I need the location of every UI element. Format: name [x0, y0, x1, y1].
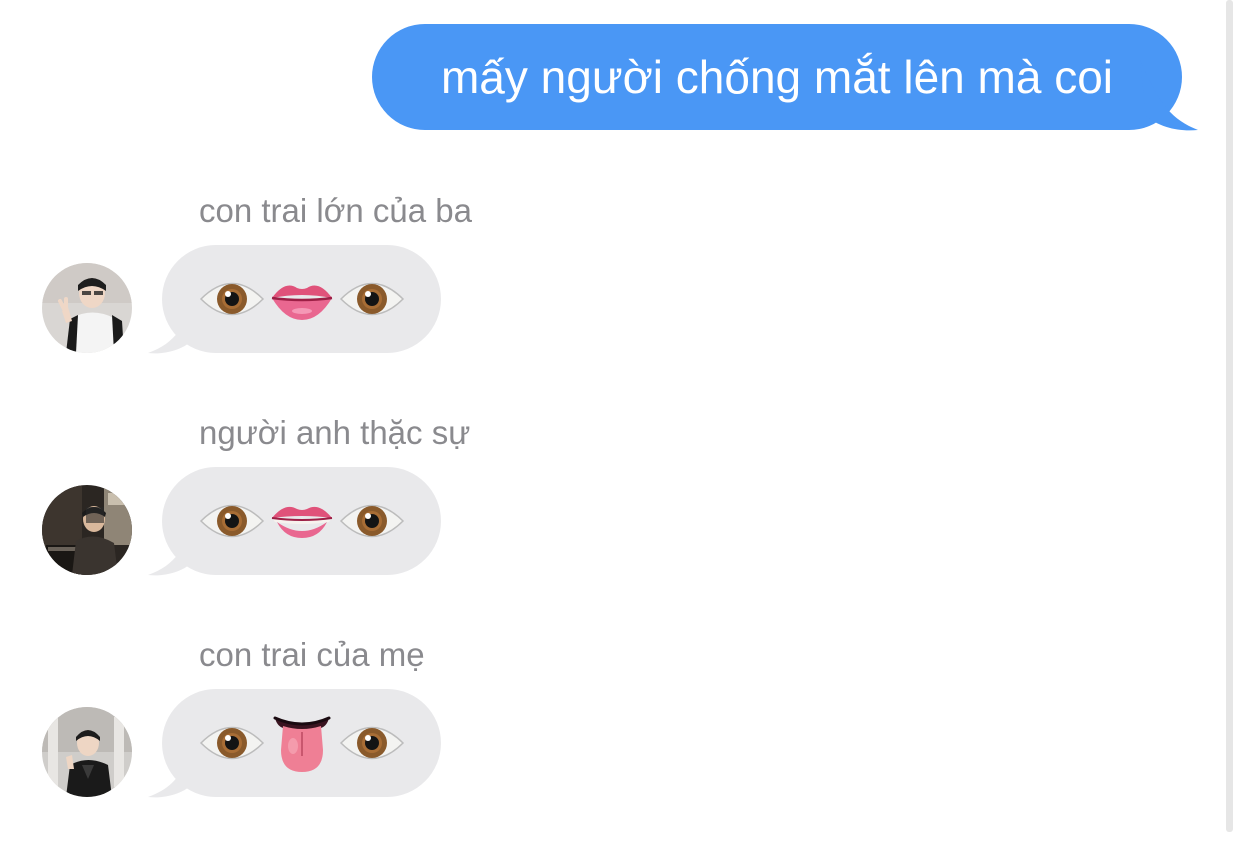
outgoing-bubble-tail — [1140, 60, 1198, 131]
eye-icon — [199, 718, 265, 768]
eye-icon — [339, 496, 405, 546]
biting-lip-icon — [269, 496, 335, 546]
eye-icon — [339, 274, 405, 324]
outgoing-message-bubble[interactable]: mấy người chống mắt lên mà coi — [372, 24, 1182, 130]
eye-icon — [199, 274, 265, 324]
sender-name: con trai lớn của ba — [199, 192, 472, 229]
eye-icon — [339, 718, 405, 768]
avatar[interactable] — [42, 263, 132, 353]
outgoing-message-text: mấy người chống mắt lên mà coi — [440, 51, 1114, 103]
mouth-icon — [269, 274, 335, 324]
sender-name: con trai của mẹ — [199, 636, 425, 673]
incoming-message-bubble[interactable] — [162, 245, 441, 353]
incoming-message-bubble[interactable] — [162, 467, 441, 575]
scrollbar[interactable] — [1226, 0, 1233, 832]
eye-icon — [199, 496, 265, 546]
avatar[interactable] — [42, 707, 132, 797]
sender-name: người anh thặc sự — [199, 414, 471, 451]
avatar[interactable] — [42, 485, 132, 575]
chat-thread: mấy người chống mắt lên mà coi con trai … — [0, 0, 1242, 846]
incoming-message-bubble[interactable] — [162, 689, 441, 797]
tongue-icon — [269, 710, 335, 776]
